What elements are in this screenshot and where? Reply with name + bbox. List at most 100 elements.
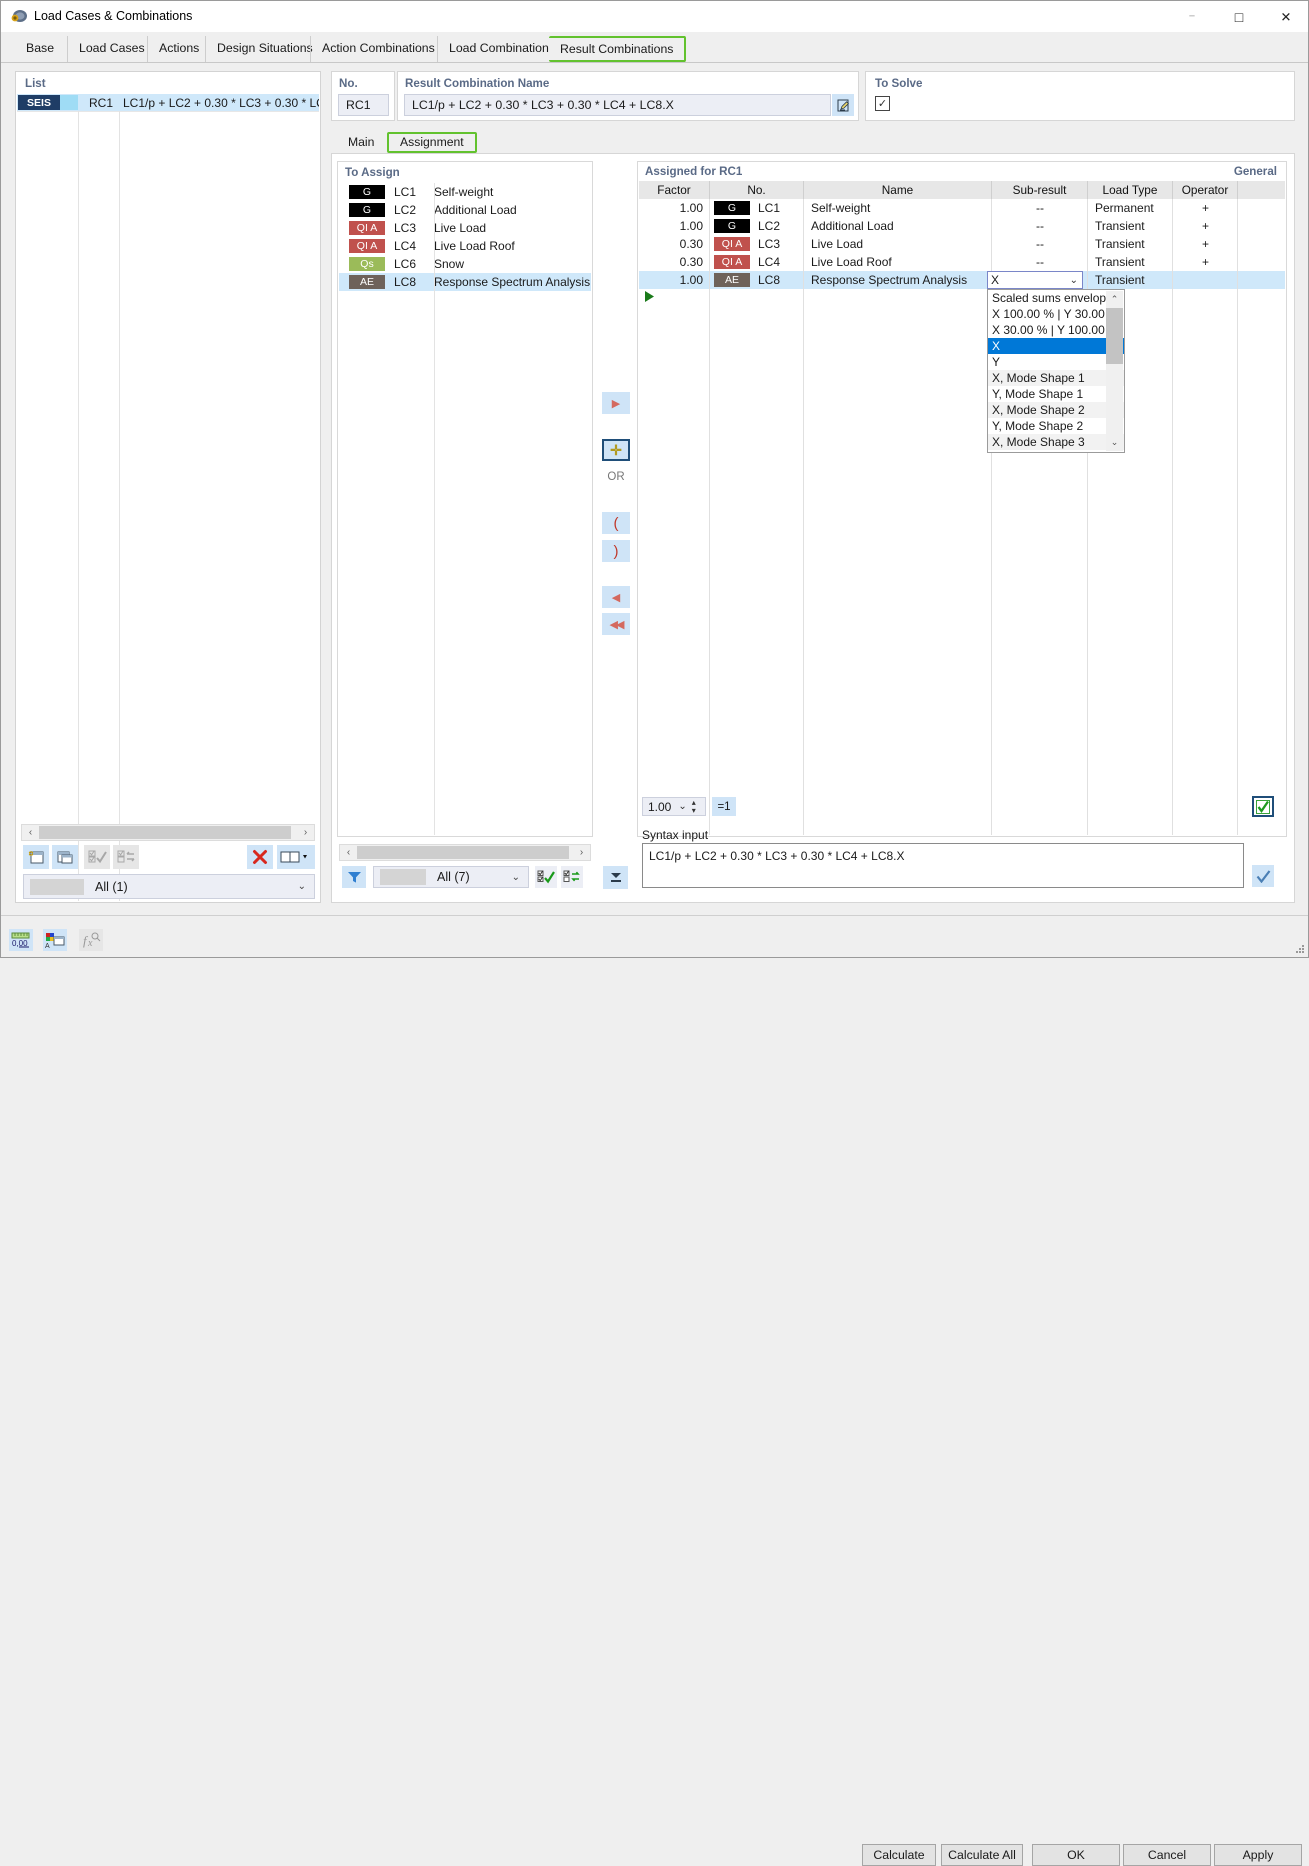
invert-selection-icon[interactable] xyxy=(561,866,583,888)
tab-base[interactable]: Base xyxy=(15,36,65,62)
edit-pencil-icon[interactable] xyxy=(832,94,854,116)
col-factor[interactable]: Factor xyxy=(639,181,710,199)
equals-one-button[interactable]: =1 xyxy=(712,797,736,816)
scroll-up-icon[interactable]: ⌃ xyxy=(1106,291,1123,308)
delete-button[interactable] xyxy=(247,845,273,869)
chevron-down-icon[interactable]: ⌄ xyxy=(298,881,306,892)
scroll-track[interactable] xyxy=(39,825,297,840)
dropdown-option[interactable]: X 30.00 % | Y 100.00 % xyxy=(988,322,1124,338)
chevron-down-icon[interactable]: ⌄ xyxy=(1070,275,1078,286)
dropdown-option[interactable]: Y, Mode Shape 2 xyxy=(988,418,1124,434)
scroll-left-icon[interactable]: ‹ xyxy=(340,845,357,860)
ok-button[interactable]: OK xyxy=(1032,1844,1120,1866)
to-assign-filter-combo[interactable]: All (7) ⌄ xyxy=(373,866,529,888)
or-button[interactable]: OR xyxy=(602,466,630,488)
list-hscrollbar[interactable]: ‹ › xyxy=(21,824,315,841)
dropdown-option[interactable]: X 100.00 % | Y 30.00 % xyxy=(988,306,1124,322)
scroll-left-icon[interactable]: ‹ xyxy=(22,825,39,840)
minimize-button[interactable]: − xyxy=(1169,1,1215,32)
calculate-button[interactable]: Calculate xyxy=(862,1844,936,1866)
resize-grip-icon[interactable] xyxy=(1294,943,1305,954)
spinner-arrows-icon[interactable]: ▴▾ xyxy=(692,799,696,815)
cell-name: Live Load Roof xyxy=(804,253,992,271)
copy-item-button[interactable] xyxy=(52,845,78,869)
tab-load-cases[interactable]: Load Cases xyxy=(67,36,156,62)
tab-design-situations[interactable]: Design Situations xyxy=(205,36,324,62)
assign-right-button[interactable]: ▶ xyxy=(602,392,630,414)
tab-actions[interactable]: Actions xyxy=(147,36,210,62)
table-row[interactable]: 1.00 G LC1 Self-weight -- Permanent + xyxy=(639,199,1285,217)
list-item[interactable]: SEIS RC1 LC1/p + LC2 + 0.30 * LC3 + 0.30… xyxy=(17,94,319,111)
to-assign-hscrollbar[interactable]: ‹ › xyxy=(339,844,591,861)
to-assign-row[interactable]: G LC2 Additional Load xyxy=(339,201,591,219)
confirm-syntax-button[interactable] xyxy=(1252,865,1274,887)
table-row[interactable]: 1.00 G LC2 Additional Load -- Transient … xyxy=(639,217,1285,235)
col-sub-result[interactable]: Sub-result xyxy=(992,181,1088,199)
open-paren-button[interactable]: ( xyxy=(602,512,630,534)
dropdown-option[interactable]: X, Mode Shape 3 xyxy=(988,434,1124,450)
col-no[interactable]: No. xyxy=(710,181,804,199)
chevron-down-icon[interactable]: ⌄ xyxy=(678,801,686,812)
confirm-factor-button[interactable] xyxy=(1252,796,1274,817)
new-row-marker[interactable] xyxy=(639,289,1285,307)
to-assign-row[interactable]: QI A LC3 Live Load xyxy=(339,219,591,237)
calculate-all-button[interactable]: Calculate All xyxy=(941,1844,1023,1866)
colors-icon[interactable]: A xyxy=(43,929,67,951)
table-row[interactable]: 0.30 QI A LC4 Live Load Roof -- Transien… xyxy=(639,253,1285,271)
apply-button[interactable]: Apply xyxy=(1214,1844,1302,1866)
table-row-selected[interactable]: 1.00 AE LC8 Response Spectrum Analysis T… xyxy=(639,271,1285,289)
dropdown-option[interactable]: Y, Mode Shape 1 xyxy=(988,386,1124,402)
scroll-right-icon[interactable]: › xyxy=(297,825,314,840)
col-load-type[interactable]: Load Type xyxy=(1088,181,1173,199)
dropdown-option[interactable]: X, Mode Shape 1 xyxy=(988,370,1124,386)
table-row[interactable]: 0.30 QI A LC3 Live Load -- Transient + xyxy=(639,235,1285,253)
cancel-button[interactable]: Cancel xyxy=(1123,1844,1211,1866)
list-grid[interactable]: SEIS RC1 LC1/p + LC2 + 0.30 * LC3 + 0.30… xyxy=(17,94,319,901)
tab-action-combinations[interactable]: Action Combinations xyxy=(310,36,446,62)
to-assign-grid[interactable]: G LC1 Self-weight G LC2 Additional Load … xyxy=(339,183,591,835)
close-paren-button[interactable]: ) xyxy=(602,540,630,562)
to-assign-row[interactable]: QI A LC4 Live Load Roof xyxy=(339,237,591,255)
remove-all-button[interactable]: ◀◀ xyxy=(602,613,630,635)
select-all-icon[interactable] xyxy=(535,866,557,888)
new-item-button[interactable] xyxy=(23,845,49,869)
dropdown-scrollbar[interactable]: ⌃ ⌄ xyxy=(1106,291,1123,451)
to-assign-row-selected[interactable]: AE LC8 Response Spectrum Analysis xyxy=(339,273,591,291)
cell-operator xyxy=(1173,271,1238,289)
maximize-button[interactable]: □ xyxy=(1216,1,1262,32)
subtab-main[interactable]: Main xyxy=(337,132,385,153)
dropdown-option[interactable]: Scaled sums envelope xyxy=(988,290,1124,306)
list-filter-combo[interactable]: All (1) ⌄ xyxy=(23,874,315,899)
scroll-right-icon[interactable]: › xyxy=(573,845,590,860)
scroll-thumb[interactable] xyxy=(1106,308,1123,364)
tab-load-combinations[interactable]: Load Combinations xyxy=(437,36,566,62)
col-blank[interactable] xyxy=(1238,181,1285,199)
close-button[interactable]: ✕ xyxy=(1263,1,1309,32)
to-solve-checkbox[interactable]: ✓ xyxy=(875,96,890,111)
to-assign-row[interactable]: G LC1 Self-weight xyxy=(339,183,591,201)
scroll-down-icon[interactable]: ⌄ xyxy=(1106,434,1123,451)
syntax-input[interactable]: LC1/p + LC2 + 0.30 * LC3 + 0.30 * LC4 + … xyxy=(642,843,1244,888)
units-icon[interactable]: 0,00 xyxy=(9,929,33,951)
chevron-down-icon[interactable]: ⌄ xyxy=(512,872,520,883)
sub-result-dropdown[interactable]: X ⌄ xyxy=(987,271,1083,289)
factor-spinner[interactable]: 1.00 ⌄ ▴▾ xyxy=(642,797,706,816)
collapse-all-icon[interactable] xyxy=(603,866,628,889)
sub-result-dropdown-list[interactable]: Scaled sums envelope X 100.00 % | Y 30.0… xyxy=(987,289,1125,453)
columns-button[interactable] xyxy=(277,845,315,869)
remove-left-button[interactable]: ◀ xyxy=(602,586,630,608)
subtab-assignment[interactable]: Assignment xyxy=(387,132,477,153)
scroll-track[interactable] xyxy=(357,845,573,860)
add-and-button[interactable]: ✛ xyxy=(602,439,630,461)
to-assign-row[interactable]: Qs LC6 Snow xyxy=(339,255,591,273)
filter-funnel-icon[interactable] xyxy=(342,866,366,888)
dropdown-option[interactable]: Y xyxy=(988,354,1124,370)
col-name[interactable]: Name xyxy=(804,181,992,199)
col-operator[interactable]: Operator xyxy=(1173,181,1238,199)
dropdown-option-selected[interactable]: X xyxy=(988,338,1124,354)
dropdown-option[interactable]: X, Mode Shape 2 xyxy=(988,402,1124,418)
assigned-table-body[interactable]: 1.00 G LC1 Self-weight -- Permanent + 1.… xyxy=(639,199,1285,835)
tab-result-combinations[interactable]: Result Combinations xyxy=(549,36,686,62)
result-combination-name-input[interactable]: LC1/p + LC2 + 0.30 * LC3 + 0.30 * LC4 + … xyxy=(404,94,831,116)
no-field[interactable]: RC1 xyxy=(338,94,389,116)
